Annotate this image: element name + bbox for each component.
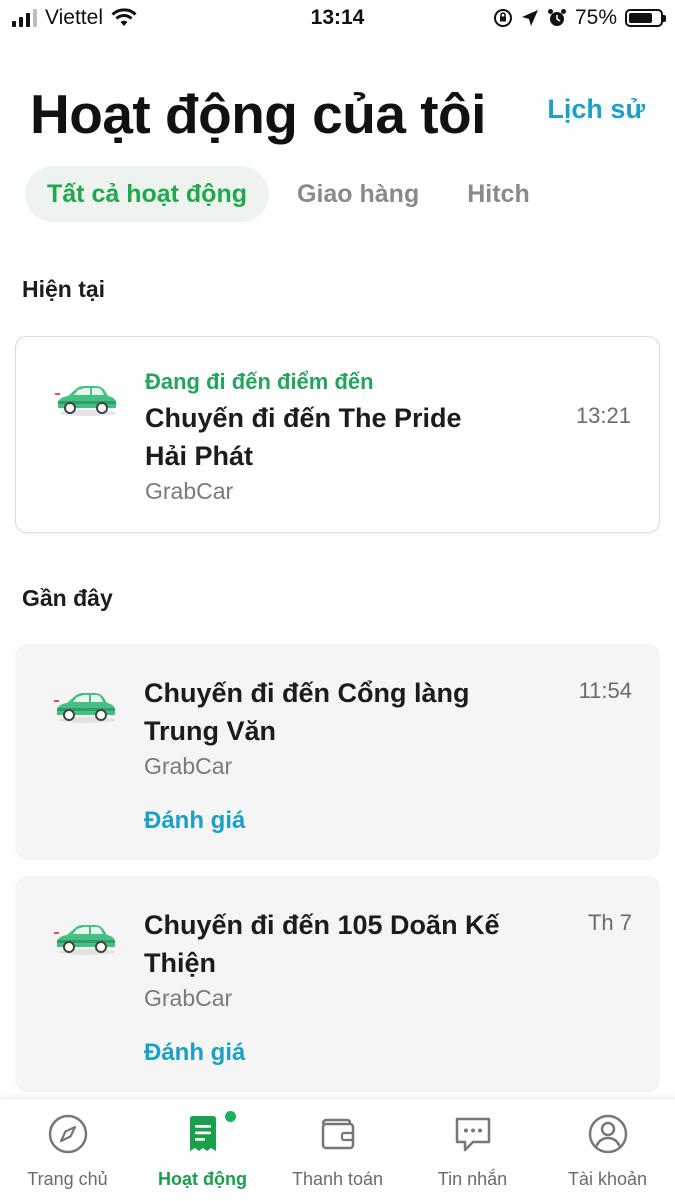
trip-title: Chuyến đi đến Cổng làng Trung Văn: [144, 678, 470, 746]
car-icon: [55, 386, 116, 416]
nav-item-account[interactable]: Tài khoản: [540, 1099, 675, 1201]
section-title-current: Hiện tại: [22, 276, 106, 302]
nav-item-home[interactable]: Trang chủ: [0, 1099, 135, 1201]
activity-receipt-icon: [190, 1116, 216, 1151]
bottom-nav: Trang chủ Hoạt động Thanh toán Tin nhắn: [0, 1098, 675, 1201]
account-icon: [588, 1114, 628, 1154]
nav-item-messages[interactable]: Tin nhắn: [405, 1099, 540, 1201]
rate-trip-button[interactable]: Đánh giá: [144, 1039, 245, 1067]
recent-trip-card[interactable]: Chuyến đi đến 105 Doãn Kế Thiện GrabCar …: [15, 876, 660, 1092]
car-icon: [54, 925, 115, 955]
trip-time: 11:54: [578, 678, 632, 703]
battery-icon: [625, 9, 666, 27]
alarm-icon: [547, 9, 566, 26]
nav-item-payment[interactable]: Thanh toán: [270, 1099, 405, 1201]
recent-trip-card[interactable]: Chuyến đi đến Cổng làng Trung Văn GrabCa…: [15, 644, 660, 860]
filter-tab-all[interactable]: Tất cả hoạt động: [25, 166, 269, 222]
filter-tabs: Tất cả hoạt động Giao hàng Hitch: [25, 166, 552, 222]
trip-title: Chuyến đi đến 105 Doãn Kế Thiện: [144, 910, 500, 978]
filter-tab-delivery[interactable]: Giao hàng: [275, 166, 441, 222]
trip-time: Th 7: [587, 910, 632, 935]
trip-service: GrabCar: [145, 478, 234, 504]
wallet-icon: [321, 1118, 355, 1150]
page-title: Hoạt động của tôi: [30, 83, 486, 145]
chat-bubble-icon: [455, 1117, 491, 1152]
status-bar: Viettel 13:14 75%: [0, 0, 675, 40]
trip-service: GrabCar: [144, 753, 233, 779]
status-right-group: 75%: [493, 6, 666, 30]
current-trip-card[interactable]: Đang đi đến điểm đến Chuyến đi đến The P…: [15, 336, 660, 533]
nav-label: Thanh toán: [291, 1169, 384, 1189]
orientation-lock-icon: [493, 9, 512, 27]
rate-trip-button[interactable]: Đánh giá: [144, 807, 245, 835]
battery-percent: 75%: [574, 6, 617, 29]
nav-label: Trang chủ: [27, 1169, 108, 1189]
nav-item-activity[interactable]: Hoạt động: [135, 1099, 270, 1201]
trip-service: GrabCar: [144, 985, 233, 1011]
car-icon: [54, 693, 115, 723]
filter-tab-hitch[interactable]: Hitch: [445, 166, 552, 222]
nav-label: Tài khoản: [567, 1169, 648, 1189]
trip-status: Đang đi đến điểm đến: [145, 369, 374, 394]
trip-time: 13:21: [575, 403, 631, 428]
location-arrow-icon: [521, 10, 538, 26]
history-link[interactable]: Lịch sử: [547, 94, 645, 125]
compass-icon: [48, 1114, 88, 1154]
notification-dot: [223, 1109, 238, 1124]
trip-title: Chuyến đi đến The Pride Hải Phát: [145, 403, 462, 471]
nav-label: Hoạt động: [158, 1169, 247, 1189]
section-title-recent: Gần đây: [22, 585, 113, 611]
nav-label: Tin nhắn: [437, 1169, 508, 1189]
